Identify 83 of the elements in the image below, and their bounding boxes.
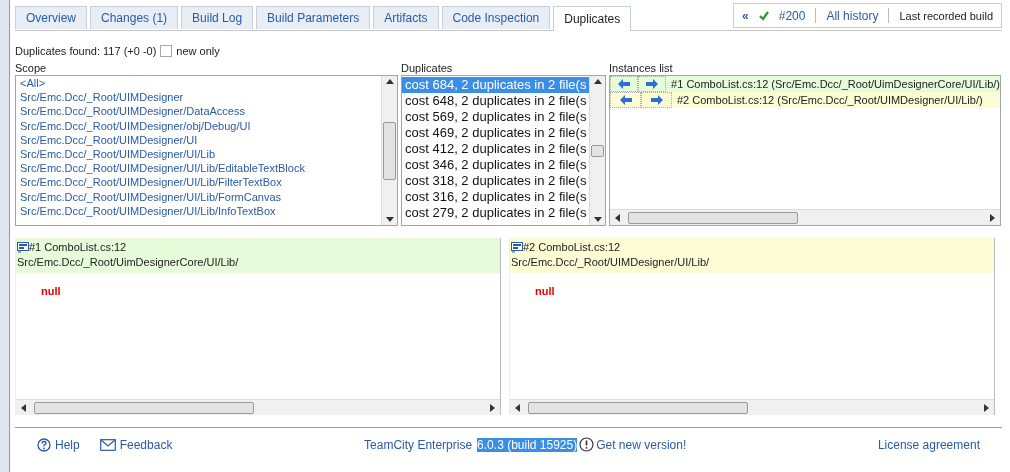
duplicate-item[interactable]: cost 412, 2 duplicates in 2 file(s [402, 141, 589, 157]
scrollbar[interactable] [16, 399, 500, 415]
scope-item[interactable]: Src/Emc.Dcc/_Root/UIMDesigner/obj/Debug/UI [16, 118, 381, 133]
alert-icon [579, 437, 595, 452]
scroll-arrow-icon[interactable] [593, 78, 602, 86]
duplicate-item[interactable]: cost 279, 2 duplicates in 2 file(s [402, 205, 589, 221]
scroll-arrow-icon[interactable] [20, 403, 28, 412]
file-title: #1 ComboList.cs:12 [29, 241, 127, 253]
left-button[interactable] [610, 92, 641, 108]
left-arrow-icon [618, 79, 630, 89]
scrollbar[interactable] [381, 76, 397, 225]
scope-item[interactable]: Src/Emc.Dcc/_Root/UIMDesigner/UI/Lib/FilterTextBox [16, 175, 381, 190]
scroll-arrow-icon[interactable] [982, 403, 990, 412]
product-name: TeamCity Enterprise [364, 437, 473, 452]
checkbox[interactable] [160, 45, 173, 57]
scope-item[interactable]: Src/Emc.Dcc/_Root/UIMDesigner/DataAccess [16, 104, 381, 119]
duplicate-item[interactable]: cost 469, 2 duplicates in 2 file(s [402, 125, 589, 141]
scroll-arrow-icon[interactable] [385, 78, 394, 86]
duplicate-item[interactable]: cost 318, 2 duplicates in 2 file(s [402, 173, 589, 189]
checkbox-label: new only [176, 45, 220, 57]
version-text: 6.0.3 (build 15925) [477, 437, 578, 452]
duplicates-label: Duplicates [401, 62, 454, 75]
update-link[interactable]: Get new version! [596, 437, 687, 452]
scrollbar[interactable] [510, 399, 994, 415]
file-path: Src/Emc.Dcc/_Root/UimDesignerCore/UI/Lib/ [17, 256, 240, 268]
scrollbar[interactable] [610, 209, 1000, 225]
instance-row[interactable]: #1 ComboList.cs:12 (Src/Emc.Dcc/_Root/UimDesignerCore/UI/Lib/) [610, 76, 1000, 92]
code-text: null [41, 285, 61, 297]
file-title: #2 ComboList.cs:12 [523, 241, 621, 253]
file-path: Src/Emc.Dcc/_Root/UIMDesigner/UI/Lib/ [511, 256, 711, 268]
duplicate-item[interactable]: cost 316, 2 duplicates in 2 file(s [402, 189, 589, 205]
scroll-thumb[interactable] [628, 211, 798, 224]
scope-item[interactable]: Src/Emc.Dcc/_Root/UIMDesigner/UI/Lib/FormCanvas [16, 189, 381, 204]
file-icon [511, 241, 523, 253]
envelope-icon [99, 438, 116, 451]
help-link[interactable]: Help [55, 437, 80, 452]
scope-item[interactable]: Src/Emc.Dcc/_Root/UIMDesigner/UI/Lib/InfoTextBox [16, 203, 381, 218]
tab[interactable]: Duplicates [553, 6, 632, 31]
instance-text: #2 ComboList.cs:12 (Src/Emc.Dcc/_Root/UIMDesigner/UI/Lib/) [676, 94, 983, 106]
scroll-thumb[interactable] [528, 401, 748, 414]
previous-link[interactable]: « [742, 8, 749, 23]
tab[interactable]: Build Parameters [256, 6, 371, 29]
tab[interactable]: Build Log [181, 6, 254, 29]
help-icon [37, 437, 51, 452]
scroll-arrow-icon[interactable] [593, 215, 602, 223]
license-link[interactable]: License agreement [877, 437, 980, 452]
tab[interactable]: Code Inspection [441, 6, 551, 29]
right-button[interactable] [641, 92, 672, 108]
scroll-arrow-icon[interactable] [385, 215, 394, 223]
scope-item[interactable]: <All> [16, 76, 381, 91]
scope-item[interactable]: Src/Emc.Dcc/_Root/UIMDesigner/UI/Lib [16, 146, 381, 162]
scope-label: Scope [15, 62, 48, 75]
duplicate-item[interactable]: cost 346, 2 duplicates in 2 file(s [402, 157, 589, 173]
scrollbar[interactable] [589, 76, 605, 225]
instance-row[interactable]: #2 ComboList.cs:12 (Src/Emc.Dcc/_Root/UIMDesigner/UI/Lib/) [610, 92, 1000, 108]
checkmark-icon [758, 10, 769, 21]
tab[interactable]: Overview [15, 6, 87, 29]
scroll-arrow-icon[interactable] [988, 213, 996, 222]
tab[interactable]: Artifacts [373, 6, 439, 29]
scroll-thumb[interactable] [34, 401, 254, 414]
file-icon [17, 241, 29, 253]
instance-text: #1 ComboList.cs:12 (Src/Emc.Dcc/_Root/UimDesignerCore/UI/Lib/) [670, 78, 1000, 90]
right-arrow-icon [646, 79, 659, 89]
duplicate-item[interactable]: cost 648, 2 duplicates in 2 file(s [402, 93, 589, 109]
scope-item[interactable]: Src/Emc.Dcc/_Root/UIMDesigner [16, 90, 381, 105]
scope-item[interactable]: Src/Emc.Dcc/_Root/UIMDesigner/UI/Lib/EditableTextBlock [16, 161, 381, 176]
tab[interactable]: Changes (1) [90, 6, 179, 29]
duplicate-item[interactable]: cost 569, 2 duplicates in 2 file(s [402, 109, 589, 125]
code-text: null [535, 285, 555, 297]
feedback-link[interactable]: Feedback [119, 437, 173, 452]
scope-item[interactable]: Src/Emc.Dcc/_Root/UIMDesigner/UI [16, 132, 381, 147]
scroll-arrow-icon[interactable] [614, 213, 622, 222]
instances-label: Instances list [609, 62, 674, 75]
history-link[interactable]: All history [826, 8, 879, 23]
scroll-thumb[interactable] [591, 144, 604, 157]
scroll-arrow-icon[interactable] [514, 403, 522, 412]
duplicates-count: Duplicates found: 117 (+0 -0) [15, 45, 157, 57]
scroll-arrow-icon[interactable] [488, 403, 496, 412]
last-build-label: Last recorded build [899, 9, 993, 22]
left-arrow-icon [619, 95, 632, 105]
right-arrow-icon [650, 95, 663, 105]
build-link[interactable]: #200 [778, 8, 806, 23]
scroll-thumb[interactable] [383, 121, 396, 180]
